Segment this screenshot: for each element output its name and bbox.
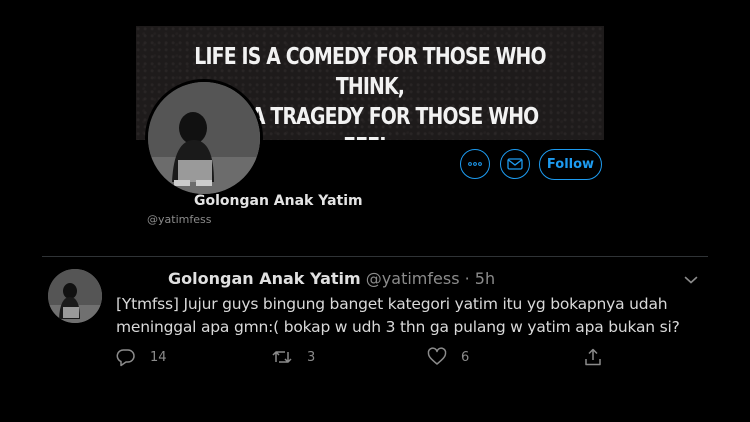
message-button[interactable] [500,149,530,179]
tweet-handle-time[interactable]: @yatimfess · 5h [366,269,495,288]
heart-icon [427,347,447,365]
share-icon [585,348,601,366]
more-options-button[interactable] [460,149,490,179]
reply-icon [116,349,135,367]
more-icon [468,162,482,166]
tweet-avatar[interactable] [48,269,102,323]
tweet-author-name[interactable]: Golongan Anak Yatim [168,269,361,288]
divider [42,256,708,257]
mail-icon [507,158,523,170]
profile-avatar[interactable] [145,79,263,197]
retweet-button[interactable]: 3 [271,347,315,367]
tweet-menu-button[interactable] [684,272,698,290]
retweet-icon [272,351,292,363]
follow-button[interactable]: Follow [539,149,602,180]
profile-handle: @yatimfess [147,213,212,226]
share-button[interactable] [583,347,603,367]
tweet-header: Golongan Anak Yatim @yatimfess · 5h [168,269,495,288]
reply-count: 14 [150,349,167,365]
chevron-down-icon [684,276,698,284]
retweet-count: 3 [307,349,316,365]
tweet-text: [Ytmfss] Jujur guys bingung banget kateg… [116,295,680,336]
like-button[interactable]: 6 [427,347,469,367]
reply-button[interactable]: 14 [116,347,167,367]
like-count: 6 [461,349,470,365]
profile-name: Golongan Anak Yatim [194,193,363,209]
